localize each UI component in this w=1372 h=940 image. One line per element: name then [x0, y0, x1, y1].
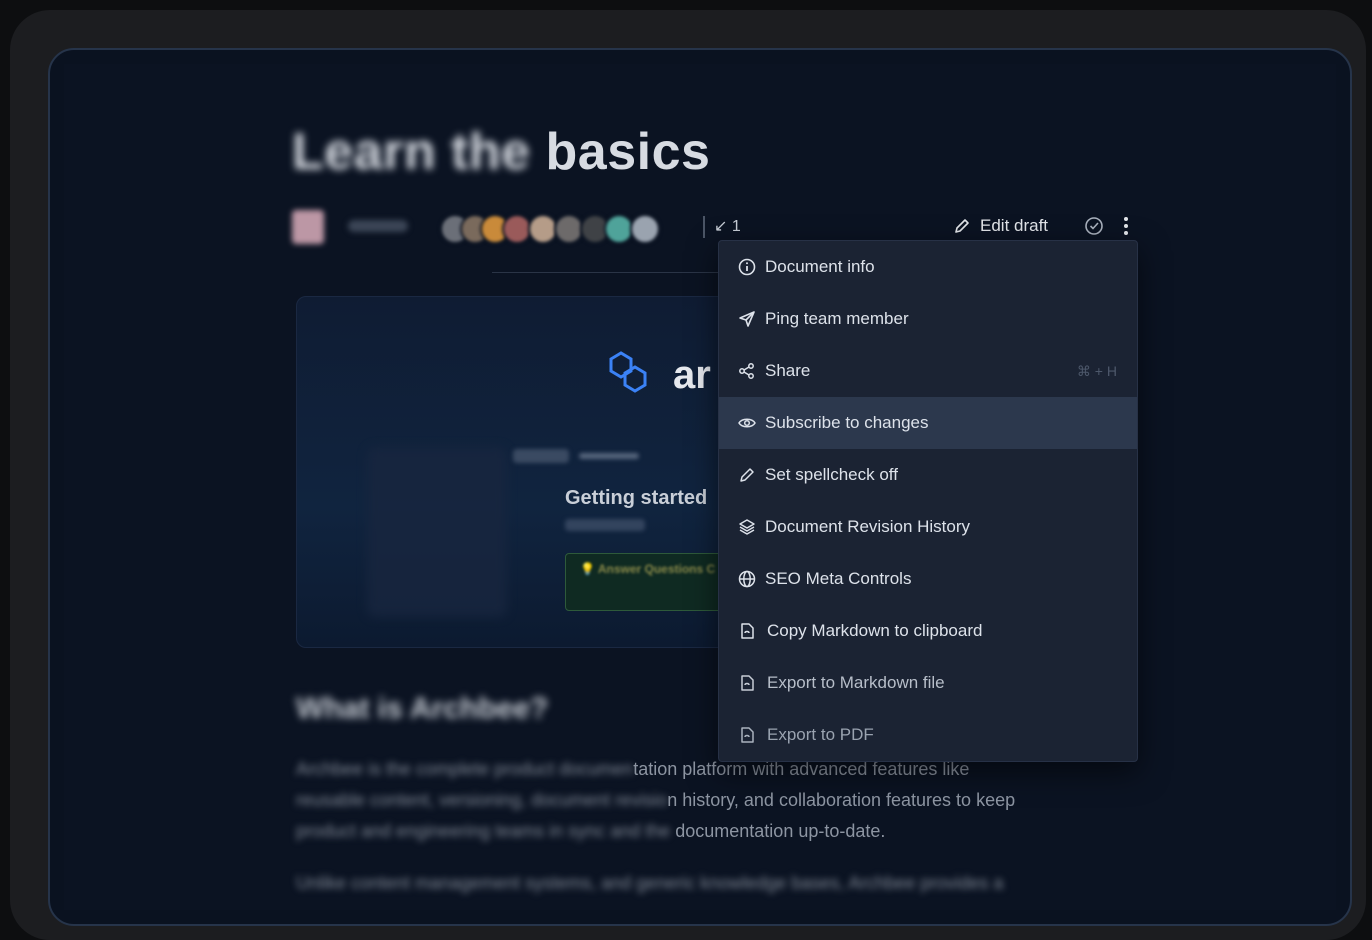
- paragraph-text: tation platform with advanced features l…: [633, 759, 970, 779]
- cover-brand-text: ar: [673, 353, 711, 397]
- paragraph-text-blurred: Unlike content management systems, and g…: [296, 873, 1004, 893]
- shortcut-hint: ⌘ + H: [1076, 363, 1117, 379]
- menu-item-subscribe-to-changes[interactable]: Subscribe to changes: [719, 397, 1137, 449]
- cover-callout-text: 💡 Answer Questions C: [580, 562, 716, 576]
- author-thumbnail: [292, 210, 324, 244]
- page-title-word: basics: [545, 123, 711, 181]
- publish-check-button[interactable]: [1082, 214, 1106, 238]
- section-heading: What is Archbee?: [296, 692, 549, 725]
- paragraph-text: documentation up-to-date.: [675, 821, 886, 841]
- send-icon: [739, 311, 755, 327]
- paragraph-text-blurred: product and engineering teams in sync an…: [296, 821, 676, 841]
- menu-item-label: Document Revision History: [765, 517, 971, 536]
- menu-item-label: Document info: [765, 257, 875, 276]
- arrow-down-left-icon: ↙: [714, 218, 728, 235]
- menu-item-label: Subscribe to changes: [765, 413, 929, 432]
- menu-item-document-info[interactable]: Document info: [719, 241, 1137, 293]
- paragraph: Archbee is the complete product document…: [296, 754, 1136, 847]
- paragraph: Unlike content management systems, and g…: [296, 868, 1136, 899]
- edit-draft-label: Edit draft: [980, 216, 1049, 235]
- archbee-logo-icon: [609, 351, 647, 393]
- document-screen: Learn the basics ↙ 1 Edit draft ar Getti…: [64, 64, 1336, 910]
- eye-icon: [738, 418, 756, 428]
- edit-draft-button[interactable]: Edit draft: [952, 214, 1048, 238]
- document-options-menu: Document info Ping team member Share ⌘ +…: [718, 240, 1138, 762]
- vertical-dots-icon: [1124, 217, 1128, 235]
- pencil-icon: [740, 468, 754, 482]
- menu-item-label: Export to Markdown file: [767, 673, 945, 692]
- paragraph-text-blurred: Archbee is the complete product documen: [296, 759, 634, 779]
- info-icon: [738, 258, 756, 276]
- menu-item-label: Ping team member: [765, 309, 909, 328]
- menu-item-seo-meta-controls[interactable]: SEO Meta Controls: [719, 553, 1137, 605]
- check-circle-icon: [1085, 217, 1103, 235]
- device-frame: Learn the basics ↙ 1 Edit draft ar Getti…: [10, 10, 1366, 940]
- menu-item-ping-team-member[interactable]: Ping team member: [719, 293, 1137, 345]
- menu-item-label: Export to PDF: [767, 725, 874, 744]
- cover-sub-meta: [565, 519, 645, 531]
- menu-item-export-pdf[interactable]: Export to PDF: [719, 709, 1137, 761]
- cover-subtitle: Getting started: [565, 487, 708, 509]
- menu-item-label: SEO Meta Controls: [765, 569, 912, 588]
- version-count: 1: [731, 218, 741, 235]
- avatar[interactable]: [630, 214, 660, 244]
- menu-item-document-revision-history[interactable]: Document Revision History: [719, 501, 1137, 553]
- device-bezel: Learn the basics ↙ 1 Edit draft ar Getti…: [48, 48, 1352, 926]
- share-icon: [739, 363, 754, 379]
- markdown-icon: [741, 623, 754, 639]
- layers-icon: [739, 519, 755, 535]
- more-options-button[interactable]: [1114, 214, 1138, 238]
- cover-sidebar-preview: [367, 447, 507, 617]
- cover-chip: [579, 453, 639, 459]
- cover-chip: [513, 449, 569, 463]
- version-indicator[interactable]: ↙ 1: [714, 216, 741, 236]
- markdown-icon: [741, 675, 754, 691]
- paragraph-text: n history, and collaboration features to…: [667, 790, 1016, 810]
- menu-item-label: Copy Markdown to clipboard: [767, 621, 983, 640]
- menu-item-set-spellcheck-off[interactable]: Set spellcheck off: [719, 449, 1137, 501]
- divider: [492, 272, 722, 273]
- paragraph-text-blurred: reusable content, versioning, document r…: [296, 790, 668, 810]
- menu-item-share[interactable]: Share ⌘ + H: [719, 345, 1137, 397]
- menu-item-export-markdown[interactable]: Export to Markdown file: [719, 657, 1137, 709]
- menu-item-label: Set spellcheck off: [765, 465, 898, 484]
- pencil-icon: [955, 219, 969, 233]
- menu-item-label: Share: [765, 361, 811, 380]
- globe-icon: [738, 570, 756, 588]
- menu-item-copy-markdown[interactable]: Copy Markdown to clipboard: [719, 605, 1137, 657]
- divider: [703, 216, 705, 238]
- author-meta: [348, 220, 408, 232]
- markdown-icon: [741, 727, 754, 743]
- page-title: Learn the basics: [292, 122, 710, 182]
- page-title-blurred: Learn the: [292, 123, 531, 181]
